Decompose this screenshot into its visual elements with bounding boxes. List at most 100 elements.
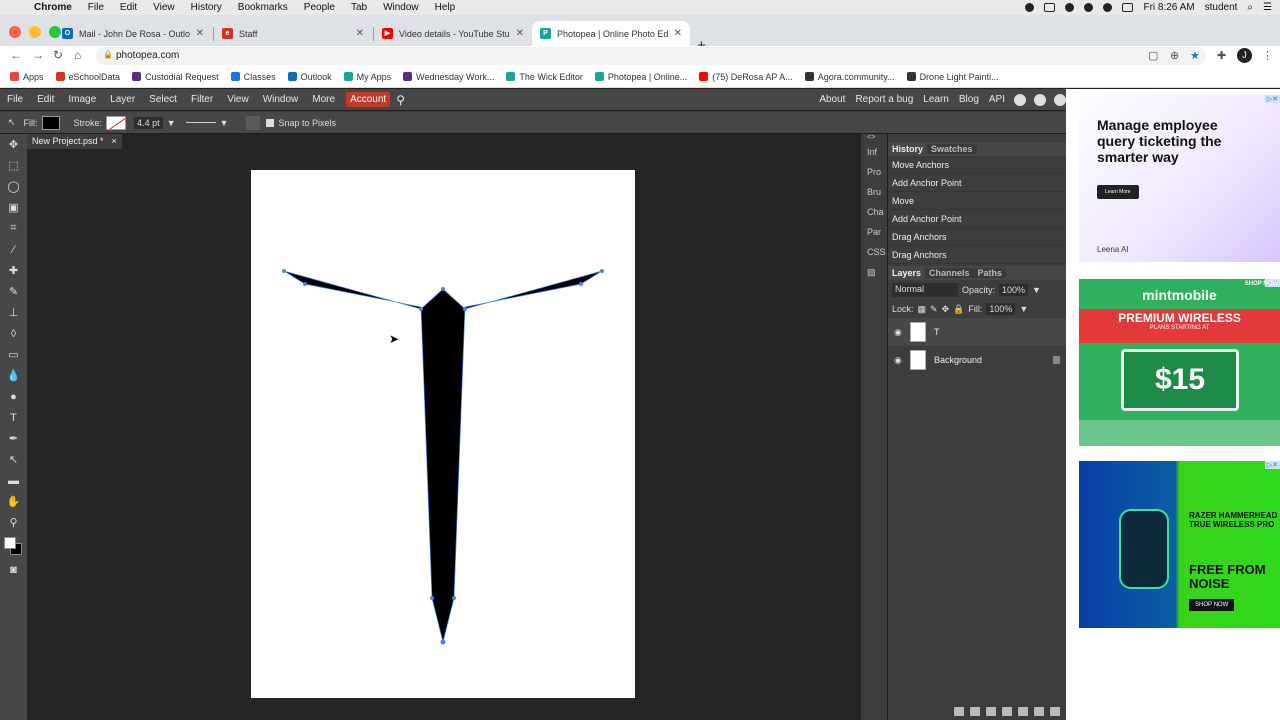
panel-character[interactable]: Cha <box>861 202 887 222</box>
panel-css[interactable]: CSS <box>861 242 887 262</box>
canvas[interactable] <box>251 170 635 698</box>
quick-select-tool-icon[interactable]: ▣ <box>0 197 27 218</box>
panel-properties[interactable]: Pro <box>861 162 887 182</box>
omnibox[interactable]: 🔒 photopea.com <box>96 47 1206 65</box>
ad-shop-now-button[interactable]: SHOP NOW <box>1189 599 1235 611</box>
path-select-tool-icon[interactable]: ↖ <box>8 117 16 128</box>
menu-tab[interactable]: Tab <box>343 2 375 13</box>
eye-icon[interactable]: ◉ <box>894 355 904 366</box>
eye-icon[interactable]: ◉ <box>894 327 904 338</box>
menu-help[interactable]: Help <box>427 2 464 13</box>
move-tool-icon[interactable]: ✥ <box>0 134 27 155</box>
more-menu-icon[interactable]: ⋮ <box>1262 49 1273 62</box>
ad-close-icon[interactable]: ▷✕ <box>1264 95 1280 103</box>
url-text[interactable]: photopea.com <box>116 50 179 61</box>
menu-history[interactable]: History <box>183 2 230 13</box>
shape-tool-icon[interactable]: ▬ <box>0 470 27 491</box>
link-about[interactable]: About <box>814 94 850 105</box>
brush-tool-icon[interactable]: ✎ <box>0 281 27 302</box>
tab-paths[interactable]: Paths <box>973 268 1007 278</box>
panel-collapse-bar[interactable] <box>888 134 1066 142</box>
layer-row-background[interactable]: ◉ Background <box>888 346 1066 374</box>
blend-mode-select[interactable]: Normal <box>892 283 958 297</box>
panel-paragraph[interactable]: Par <box>861 222 887 242</box>
bookmark-wednesday-work[interactable]: Wednesday Work... <box>403 72 494 82</box>
pp-menu-view[interactable]: View <box>220 94 256 105</box>
bookmark-star-icon[interactable]: ★ <box>1190 49 1200 62</box>
lock-transparency-icon[interactable]: ▦ <box>918 304 927 315</box>
pp-menu-filter[interactable]: Filter <box>184 94 220 105</box>
layer-row-t[interactable]: ◉ T <box>888 318 1066 346</box>
bookmark-eschooldata[interactable]: eSchoolData <box>55 72 120 82</box>
layer-effects-icon[interactable] <box>970 706 980 716</box>
pp-menu-window[interactable]: Window <box>256 94 306 105</box>
lock-all-icon[interactable]: 🔒 <box>953 304 964 315</box>
eraser-tool-icon[interactable]: ◊ <box>0 323 27 344</box>
user-name[interactable]: student <box>1205 2 1238 13</box>
stroke-width-dropdown-icon[interactable]: ▼ <box>167 118 176 128</box>
fill-swatch[interactable] <box>41 115 60 130</box>
history-item[interactable]: Drag Anchors <box>888 228 1066 246</box>
hand-tool-icon[interactable]: ✋ <box>0 491 27 512</box>
link-layers-icon[interactable] <box>954 706 964 716</box>
gradient-tool-icon[interactable]: ▭ <box>0 344 27 365</box>
expand-panel-icon[interactable]: <> <box>861 134 887 142</box>
new-layer-icon[interactable] <box>1034 706 1044 716</box>
adjustment-layer-icon[interactable] <box>986 706 996 716</box>
search-icon[interactable]: ⚲ <box>396 93 405 107</box>
app-menu[interactable]: Chrome <box>26 2 80 13</box>
marquee-tool-icon[interactable]: ⬚ <box>0 155 27 176</box>
history-item[interactable]: Add Anchor Point <box>888 174 1066 192</box>
pp-menu-edit[interactable]: Edit <box>30 94 61 105</box>
ad-razer[interactable]: ▷✕ RAZER HAMMERHEAD TRUE WIRELESS PRO FR… <box>1079 461 1280 628</box>
lock-position-icon[interactable]: ✥ <box>942 304 950 315</box>
foreground-color[interactable] <box>4 537 16 549</box>
path-select-tool-icon[interactable]: ↖ <box>0 449 27 470</box>
lock-pixels-icon[interactable]: ✎ <box>930 304 938 315</box>
pp-menu-image[interactable]: Image <box>61 94 103 105</box>
tab-history[interactable]: History <box>888 144 927 154</box>
spotlight-icon[interactable]: ⌕ <box>1247 2 1253 13</box>
ad-learn-more-button[interactable]: Learn More <box>1097 185 1139 199</box>
control-center-icon[interactable]: ☰ <box>1263 2 1272 13</box>
tab-close-icon[interactable]: ✕ <box>674 28 682 39</box>
tab-close-icon[interactable]: ✕ <box>356 28 364 39</box>
lock-icon[interactable]: 🔒 <box>103 50 113 59</box>
snap-checkbox[interactable] <box>266 118 275 127</box>
bookmark-agora[interactable]: Agora.community... <box>804 72 895 82</box>
menu-edit[interactable]: Edit <box>112 2 145 13</box>
crop-tool-icon[interactable]: ⌗ <box>0 218 27 239</box>
forward-icon[interactable]: → <box>32 48 44 62</box>
home-icon[interactable]: ⌂ <box>74 48 81 62</box>
dodge-tool-icon[interactable]: ● <box>0 386 27 407</box>
pp-menu-file[interactable]: File <box>0 94 30 105</box>
airplay-icon[interactable] <box>1122 3 1134 12</box>
type-tool-icon[interactable]: T <box>0 407 27 428</box>
history-item[interactable]: Drag Anchors <box>888 246 1066 264</box>
stamp-tool-icon[interactable]: ⊥ <box>0 302 27 323</box>
record-icon[interactable] <box>1025 3 1035 12</box>
bluetooth-icon[interactable] <box>1084 3 1094 12</box>
tab-outlook[interactable]: O Mail - John De Rosa - Outlook ✕ <box>54 21 212 46</box>
twitter-icon[interactable] <box>1034 93 1046 106</box>
bookmark-custodial[interactable]: Custodial Request <box>132 72 219 82</box>
document-close-icon[interactable]: × <box>112 136 117 147</box>
bookmark-drone[interactable]: Drone Light Painti... <box>906 72 999 82</box>
t-shape-drawing[interactable] <box>251 170 635 698</box>
tab-channels[interactable]: Channels <box>925 268 974 278</box>
bookmark-wick-editor[interactable]: The Wick Editor <box>506 72 583 82</box>
document-tab[interactable]: New Project.psd * × <box>27 134 122 149</box>
tab-close-icon[interactable]: ✕ <box>196 28 204 39</box>
screen-icon[interactable] <box>1044 3 1056 12</box>
history-item[interactable]: Move <box>888 192 1066 210</box>
target-icon[interactable]: ⊕ <box>1170 49 1179 62</box>
panel-image-icon[interactable]: ▨ <box>861 262 887 282</box>
tab-layers[interactable]: Layers <box>888 268 925 278</box>
facebook-icon[interactable] <box>1054 93 1066 106</box>
menu-view[interactable]: View <box>145 2 183 13</box>
bookmark-outlook[interactable]: Outlook <box>287 72 332 82</box>
delete-layer-icon[interactable] <box>1050 706 1060 716</box>
panel-info[interactable]: Inf <box>861 142 887 162</box>
reload-icon[interactable]: ↻ <box>53 48 63 62</box>
opacity-dropdown-icon[interactable]: ▼ <box>1032 285 1041 295</box>
